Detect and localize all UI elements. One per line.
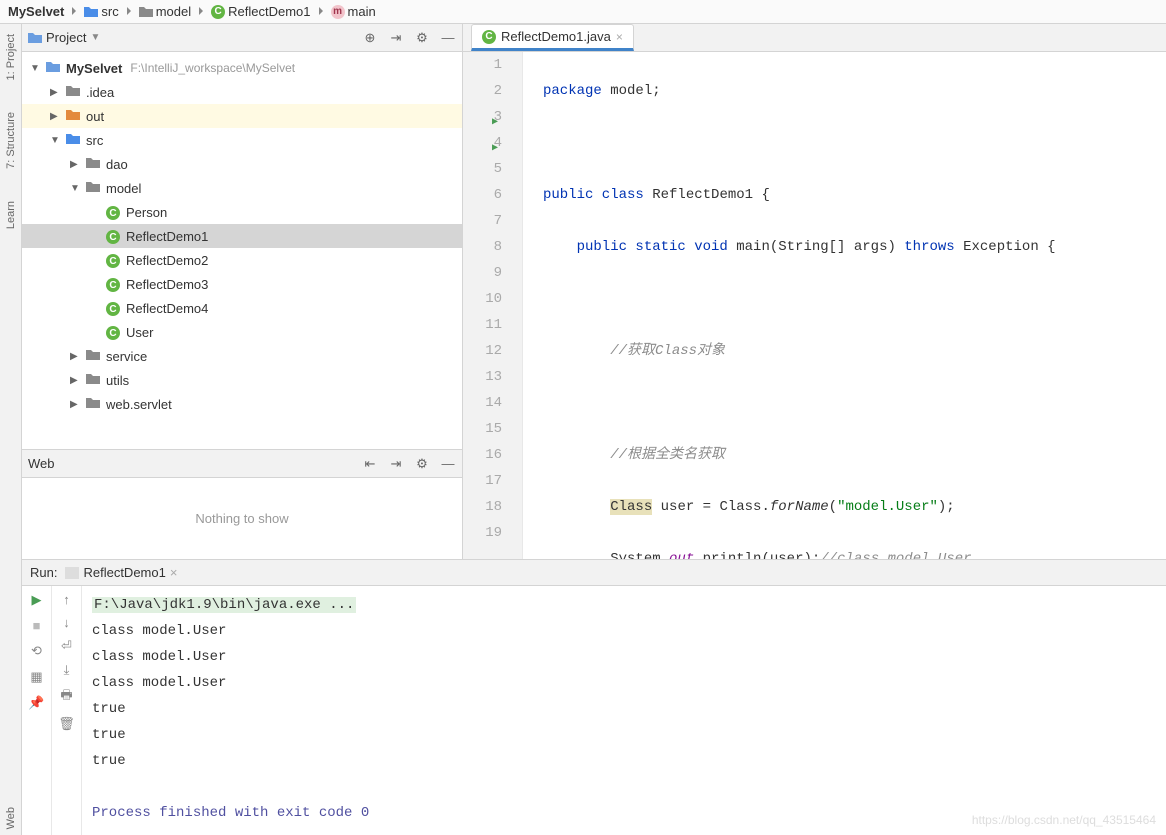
tree-reflectdemo3[interactable]: CReflectDemo3 <box>22 272 462 296</box>
wrap-icon[interactable]: ⏎ <box>61 638 72 654</box>
tool-tab-web[interactable]: Web <box>3 801 19 835</box>
tree-user[interactable]: CUser <box>22 320 462 344</box>
run-config-name[interactable]: ReflectDemo1 <box>83 565 165 580</box>
crumb-root[interactable]: MySelvet <box>8 4 64 19</box>
tree-dao[interactable]: ▶dao <box>22 152 462 176</box>
gear-icon[interactable]: ⚙ <box>414 456 430 472</box>
left-tool-stripe: 1: Project 7: Structure Learn Web <box>0 24 22 835</box>
web-title: Web <box>28 456 55 471</box>
pin-icon[interactable]: 📌 <box>28 695 44 711</box>
gutter: 1 2 3▶ 4▶ 5 6 7 8 9 10 11 12 13 14 <box>463 52 523 559</box>
run-tool-col1: ▶ ■ ⟲ ▦ 📌 <box>22 586 52 835</box>
tree-service[interactable]: ▶service <box>22 344 462 368</box>
dropdown-icon[interactable]: ▼ <box>90 32 100 43</box>
breadcrumb: MySelvet src model CReflectDemo1 mmain <box>0 0 1166 24</box>
tree-root[interactable]: ▼MySelvetF:\IntelliJ_workspace\MySelvet <box>22 56 462 80</box>
down-arrow-icon[interactable]: ↓ <box>63 615 70 630</box>
tree-utils[interactable]: ▶utils <box>22 368 462 392</box>
scroll-icon[interactable]: ⤓ <box>64 662 70 678</box>
crumb-class[interactable]: CReflectDemo1 <box>211 4 310 19</box>
web-panel: Web ⇤ ⇥ ⚙ — Nothing to show <box>22 449 462 559</box>
trash-icon[interactable]: 🗑 <box>58 716 75 732</box>
project-panel: Project ▼ ⊕ ⇥ ⚙ — ▼MySelvetF:\IntelliJ_w… <box>22 24 463 559</box>
console-output[interactable]: F:\Java\jdk1.9\bin\java.exe ... class mo… <box>82 586 1166 835</box>
chevron-right-icon <box>315 6 327 18</box>
tree-out[interactable]: ▶out <box>22 104 462 128</box>
project-tree: ▼MySelvetF:\IntelliJ_workspace\MySelvet … <box>22 52 462 449</box>
up-arrow-icon[interactable]: ↑ <box>63 592 70 607</box>
code-area[interactable]: 1 2 3▶ 4▶ 5 6 7 8 9 10 11 12 13 14 <box>463 52 1166 559</box>
tool-tab-structure[interactable]: 7: Structure <box>3 106 19 175</box>
tree-reflectdemo2[interactable]: CReflectDemo2 <box>22 248 462 272</box>
stop-button[interactable]: ■ <box>33 618 41 633</box>
debug-icon[interactable]: ⟲ <box>31 643 42 659</box>
tree-model[interactable]: ▼model <box>22 176 462 200</box>
project-panel-header: Project ▼ ⊕ ⇥ ⚙ — <box>22 24 462 52</box>
editor-tabs: C ReflectDemo1.java × <box>463 24 1166 52</box>
locate-icon[interactable]: ⊕ <box>362 30 378 46</box>
crumb-method[interactable]: mmain <box>331 4 376 19</box>
gear-icon[interactable]: ⚙ <box>414 30 430 46</box>
tab-reflectdemo1[interactable]: C ReflectDemo1.java × <box>471 24 634 51</box>
run-label: Run: <box>30 565 57 580</box>
web-empty-label: Nothing to show <box>22 478 462 559</box>
run-header: Run: ReflectDemo1 × <box>22 560 1166 586</box>
tool-tab-project[interactable]: 1: Project <box>3 28 19 86</box>
tool-tab-learn[interactable]: Learn <box>3 195 19 235</box>
crumb-src[interactable]: src <box>84 4 118 19</box>
project-title[interactable]: Project <box>46 30 86 45</box>
editor-panel: C ReflectDemo1.java × 1 2 3▶ 4▶ 5 6 7 8 <box>463 24 1166 559</box>
run-tool-col2: ↑ ↓ ⏎ ⤓ 🖶 🗑 <box>52 586 82 835</box>
collapse-icon[interactable]: ⇥ <box>388 456 404 472</box>
layout-icon[interactable]: ▦ <box>30 669 42 685</box>
chevron-right-icon <box>195 6 207 18</box>
crumb-model[interactable]: model <box>139 4 191 19</box>
tree-src[interactable]: ▼src <box>22 128 462 152</box>
tree-person[interactable]: CPerson <box>22 200 462 224</box>
close-icon[interactable]: × <box>616 30 623 44</box>
tree-webservlet[interactable]: ▶web.servlet <box>22 392 462 416</box>
collapse-icon[interactable]: ⇥ <box>388 30 404 46</box>
tree-reflectdemo4[interactable]: CReflectDemo4 <box>22 296 462 320</box>
expand-icon[interactable]: ⇤ <box>362 456 378 472</box>
watermark: https://blog.csdn.net/qq_43515464 <box>972 813 1156 827</box>
run-button[interactable]: ▶ <box>32 592 42 608</box>
tree-idea[interactable]: ▶.idea <box>22 80 462 104</box>
minimize-icon[interactable]: — <box>440 456 456 472</box>
chevron-right-icon <box>123 6 135 18</box>
minimize-icon[interactable]: — <box>440 30 456 46</box>
run-panel: Run: ReflectDemo1 × ▶ ■ ⟲ ▦ 📌 ↑ ↓ <box>22 560 1166 835</box>
chevron-right-icon <box>68 6 80 18</box>
code-content[interactable]: package model; public class ReflectDemo1… <box>523 52 1166 559</box>
tree-reflectdemo1[interactable]: CReflectDemo1 <box>22 224 462 248</box>
close-icon[interactable]: × <box>170 565 178 580</box>
print-icon[interactable]: 🖶 <box>60 686 72 708</box>
